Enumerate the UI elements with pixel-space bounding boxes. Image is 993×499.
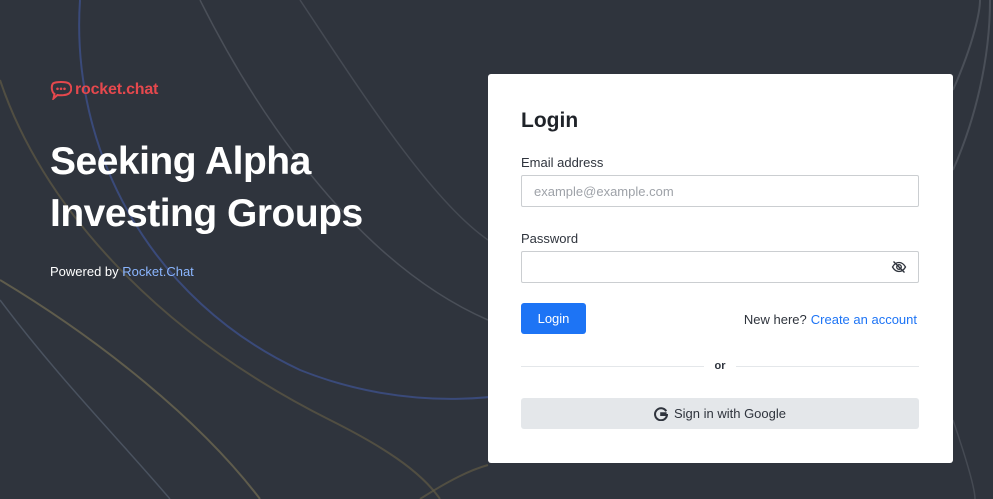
powered-by-prefix: Powered by	[50, 264, 123, 279]
or-divider: or	[521, 358, 919, 374]
password-field[interactable]	[521, 251, 919, 283]
login-title: Login	[521, 109, 579, 132]
divider-line-right	[736, 366, 919, 367]
brand-name: rocket.chat	[75, 81, 159, 98]
google-g-icon	[654, 406, 668, 421]
password-label: Password	[521, 231, 579, 246]
divider-line-left	[521, 366, 704, 367]
hero-title: Seeking Alpha Investing Groups	[50, 136, 450, 240]
create-account-link[interactable]: Create an account	[811, 312, 917, 327]
login-button[interactable]: Login	[521, 303, 586, 334]
email-field[interactable]	[521, 175, 919, 207]
google-sign-in-button[interactable]: Sign in with Google	[521, 398, 919, 429]
signup-prompt: New here? Create an account	[744, 312, 917, 327]
google-sign-in-label: Sign in with Google	[673, 406, 786, 421]
hero-title-line-2: Investing Groups	[50, 192, 363, 235]
rocket-chat-link[interactable]: Rocket.Chat	[122, 264, 194, 279]
powered-by: Powered by Rocket.Chat	[50, 264, 194, 279]
new-here-text: New here?	[743, 312, 807, 327]
eye-slash-icon[interactable]	[891, 259, 907, 275]
login-card: Login Email address Password Login New h…	[488, 74, 953, 463]
hero-title-line-1: Seeking Alpha	[50, 140, 311, 183]
email-label: Email address	[521, 155, 604, 170]
rocket-chat-logo-icon	[50, 80, 72, 100]
divider-text: or	[714, 360, 726, 372]
brand: rocket.chat	[50, 80, 158, 100]
